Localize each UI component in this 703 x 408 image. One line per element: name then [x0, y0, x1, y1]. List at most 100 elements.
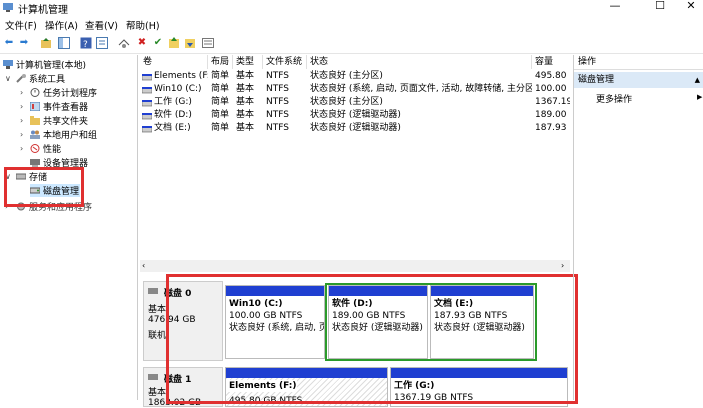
- chevron-right-icon[interactable]: ›: [20, 116, 23, 125]
- toolbar: ⬅ ➡ ? ✖ ✔: [0, 33, 703, 54]
- table-cell: 基本: [236, 123, 255, 133]
- highlight-box-disks: [166, 274, 578, 404]
- actions-section-label: 磁盘管理: [578, 75, 615, 85]
- table-cell: 简单: [211, 71, 230, 81]
- connect-icon[interactable]: [118, 37, 130, 49]
- chevron-down-icon[interactable]: ∨: [5, 74, 11, 83]
- tree-event-viewer[interactable]: 事件查看器: [29, 100, 89, 113]
- table-cell: NTFS: [266, 110, 289, 120]
- scroll-left-icon[interactable]: ‹: [142, 261, 145, 270]
- table-cell: 状态良好 (主分区): [310, 97, 383, 107]
- table-cell: 187.93: [535, 123, 567, 133]
- tree-performance-label: 性能: [43, 145, 62, 155]
- chevron-right-icon[interactable]: ›: [20, 130, 23, 139]
- table-cell: 简单: [211, 110, 230, 120]
- tree-shared-folders-label: 共享文件夹: [43, 117, 89, 127]
- tree-system-tools[interactable]: 系统工具: [16, 72, 65, 85]
- export-icon[interactable]: [168, 37, 180, 49]
- menu-help[interactable]: 帮助(H): [126, 18, 160, 32]
- disk-icon: [148, 287, 158, 298]
- computer-management-icon: [3, 3, 13, 12]
- table-cell: 工作 (G:): [154, 97, 192, 107]
- table-row[interactable]: Elements (F:) 简单 基本 NTFS 状态良好 (主分区) 495.80: [140, 70, 570, 83]
- properties-icon[interactable]: [96, 37, 108, 49]
- console-tree-icon[interactable]: [58, 37, 70, 49]
- window-title: 计算机管理: [18, 5, 68, 16]
- column-header-filesystem[interactable]: 文件系统: [263, 55, 307, 69]
- menu-file[interactable]: 文件(F): [5, 18, 37, 32]
- tree-local-users[interactable]: 本地用户和组: [30, 128, 97, 141]
- tree-root-label: 计算机管理(本地): [16, 61, 87, 71]
- table-cell: 189.00: [535, 110, 567, 120]
- disk-1-type: 基本: [148, 388, 167, 398]
- table-row[interactable]: 文档 (E:) 简单 基本 NTFS 状态良好 (逻辑驱动器) 187.93: [140, 122, 570, 135]
- column-header-status[interactable]: 状态: [307, 55, 532, 69]
- delete-icon[interactable]: ✖: [136, 37, 148, 49]
- column-header-layout[interactable]: 布局: [208, 55, 233, 69]
- tree-event-viewer-label: 事件查看器: [43, 103, 89, 113]
- table-cell: 基本: [236, 97, 255, 107]
- menu-action[interactable]: 操作(A): [45, 18, 78, 32]
- volume-list: 卷 布局 类型 文件系统 状态 容量 Elements (F:) 简单 基本 NTFS…: [140, 55, 570, 270]
- highlight-box-storage: [4, 167, 84, 207]
- maximize-button[interactable]: ☐: [645, 0, 675, 14]
- check-icon[interactable]: ✔: [152, 37, 164, 49]
- actions-header: 操作: [574, 55, 703, 70]
- menu-view[interactable]: 查看(V): [85, 18, 118, 32]
- table-cell: 495.80: [535, 71, 567, 81]
- table-row[interactable]: Win10 (C:) 简单 基本 NTFS 状态良好 (系统, 启动, 页面文件, 活动…: [140, 83, 570, 96]
- volume-icon: [142, 125, 152, 138]
- column-header-volume[interactable]: 卷: [140, 55, 208, 69]
- console-tree: 计算机管理(本地) ∨ 系统工具 › 任务计划程序 › 事件查看器 › 共享文件…: [0, 55, 138, 400]
- table-cell: Win10 (C:): [154, 84, 202, 94]
- collapse-icon[interactable]: ▲: [695, 72, 700, 88]
- tree-system-tools-label: 系统工具: [29, 75, 66, 85]
- horizontal-scrollbar[interactable]: ‹ ›: [140, 260, 570, 272]
- tree-performance[interactable]: 性能: [30, 142, 61, 155]
- forward-icon[interactable]: ➡: [18, 37, 30, 49]
- back-icon[interactable]: ⬅: [3, 37, 15, 49]
- table-cell: NTFS: [266, 71, 289, 81]
- table-cell: 状态良好 (逻辑驱动器): [310, 123, 401, 133]
- actions-section-disk-management[interactable]: 磁盘管理 ▲: [574, 72, 703, 88]
- tree-shared-folders[interactable]: 共享文件夹: [30, 114, 88, 127]
- table-cell: 简单: [211, 123, 230, 133]
- more-actions-link[interactable]: 更多操作: [596, 92, 632, 105]
- scroll-right-icon[interactable]: ›: [561, 261, 564, 270]
- table-cell: 100.00: [535, 84, 567, 94]
- actions-pane: 操作 磁盘管理 ▲ 更多操作 ▶: [573, 55, 703, 400]
- tree-root[interactable]: 计算机管理(本地): [3, 58, 86, 71]
- column-header-capacity[interactable]: 容量: [532, 55, 570, 69]
- table-row[interactable]: 软件 (D:) 简单 基本 NTFS 状态良好 (逻辑驱动器) 189.00: [140, 109, 570, 122]
- view-icon[interactable]: [202, 37, 214, 49]
- table-cell: NTFS: [266, 123, 289, 133]
- disk-0-status: 联机: [148, 331, 167, 341]
- disk-icon: [148, 373, 158, 384]
- up-folder-icon[interactable]: [40, 37, 52, 49]
- more-actions-arrow-icon[interactable]: ▶: [697, 93, 702, 101]
- table-cell: 文档 (E:): [154, 123, 191, 133]
- table-cell: NTFS: [266, 97, 289, 107]
- event-viewer-icon: [29, 101, 41, 112]
- table-cell: 基本: [236, 110, 255, 120]
- import-icon[interactable]: [184, 37, 196, 49]
- minimize-button[interactable]: —: [600, 0, 630, 14]
- table-cell: Elements (F:): [154, 71, 208, 81]
- tree-task-scheduler[interactable]: 任务计划程序: [30, 86, 97, 99]
- close-button[interactable]: ✕: [676, 0, 703, 14]
- users-icon: [30, 130, 40, 139]
- table-row[interactable]: 工作 (G:) 简单 基本 NTFS 状态良好 (主分区) 1367.19: [140, 96, 570, 109]
- table-cell: 状态良好 (逻辑驱动器): [310, 110, 401, 120]
- column-header-type[interactable]: 类型: [233, 55, 263, 69]
- table-cell: 软件 (D:): [154, 110, 192, 120]
- clock-icon: [30, 88, 40, 97]
- table-cell: 简单: [211, 97, 230, 107]
- table-cell: 状态良好 (主分区): [310, 71, 383, 81]
- help-icon[interactable]: ?: [80, 37, 92, 50]
- performance-icon: [30, 144, 40, 153]
- chevron-right-icon[interactable]: ›: [20, 102, 23, 111]
- table-cell: NTFS: [266, 84, 289, 94]
- table-cell: 基本: [236, 71, 255, 81]
- chevron-right-icon[interactable]: ›: [20, 144, 23, 153]
- chevron-right-icon[interactable]: ›: [20, 88, 23, 97]
